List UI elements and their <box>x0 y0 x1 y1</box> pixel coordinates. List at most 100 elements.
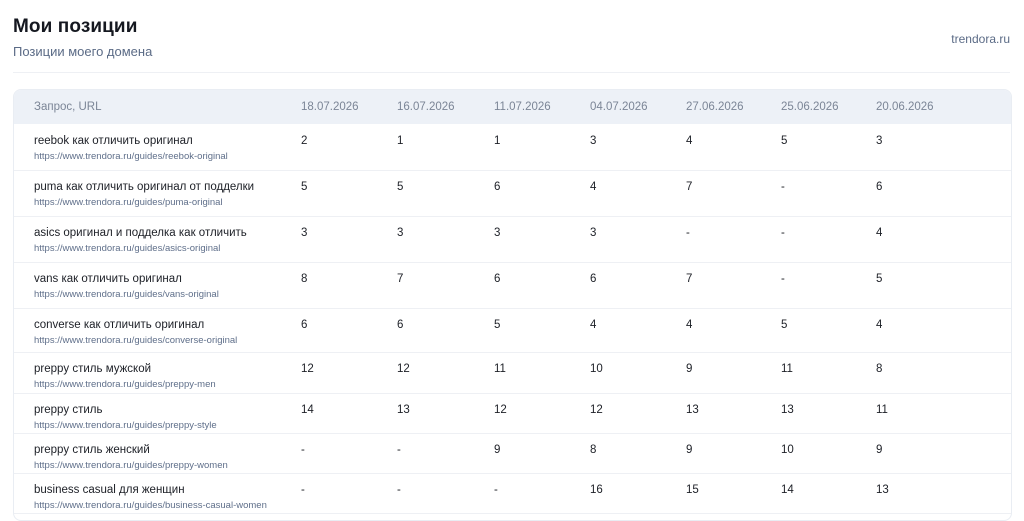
position-cell: 3 <box>876 135 883 147</box>
position-cell: 15 <box>686 484 699 496</box>
query-text: preppy стиль <box>34 404 103 416</box>
query-text: asics оригинал и подделка как отличить <box>34 227 247 239</box>
table-row[interactable]: business casual для женщин https://www.tr… <box>14 473 1011 514</box>
position-cell: 14 <box>301 404 314 416</box>
position-cell: - <box>301 484 305 496</box>
position-cell: 4 <box>590 181 597 193</box>
position-cell: 10 <box>781 444 794 456</box>
position-cell: 4 <box>876 319 883 331</box>
position-cell: - <box>494 484 498 496</box>
position-cell: 6 <box>301 319 308 331</box>
column-header-date[interactable]: 20.06.2026 <box>876 101 934 113</box>
position-cell: 6 <box>397 319 404 331</box>
column-header-date[interactable]: 25.06.2026 <box>781 101 839 113</box>
position-cell: 13 <box>686 404 699 416</box>
position-cell: - <box>397 444 401 456</box>
query-text: preppy стиль мужской <box>34 363 152 375</box>
positions-table: Запрос, URL 18.07.2026 16.07.2026 11.07.202… <box>13 89 1012 521</box>
query-url-link[interactable]: https://www.trendora.ru/guides/puma-orig… <box>34 197 223 208</box>
position-cell: 6 <box>494 273 501 285</box>
position-cell: 11 <box>876 404 888 416</box>
position-cell: 7 <box>686 273 693 285</box>
position-cell: 4 <box>590 319 597 331</box>
page-header: Мои позиции Позиции моего домена trendor… <box>13 16 1010 73</box>
position-cell: 2 <box>301 135 308 147</box>
position-cell: 3 <box>590 227 597 239</box>
table-row[interactable]: puma как отличить оригинал от подделки ht… <box>14 170 1011 217</box>
position-cell: 12 <box>397 363 410 375</box>
query-text: vans как отличить оригинал <box>34 273 182 285</box>
position-cell: 4 <box>876 227 883 239</box>
position-cell: 4 <box>686 319 693 331</box>
position-cell: 5 <box>494 319 501 331</box>
position-cell: 13 <box>397 404 410 416</box>
position-cell: 3 <box>397 227 404 239</box>
position-cell: 1 <box>494 135 501 147</box>
query-url-link[interactable]: https://www.trendora.ru/guides/preppy-me… <box>34 379 216 390</box>
query-text: converse как отличить оригинал <box>34 319 205 331</box>
column-header-date[interactable]: 16.07.2026 <box>397 101 455 113</box>
position-cell: 16 <box>590 484 603 496</box>
position-cell: - <box>781 273 785 285</box>
table-row[interactable]: preppy стиль мужской https://www.trendora… <box>14 352 1011 394</box>
column-header-date[interactable]: 04.07.2026 <box>590 101 648 113</box>
position-cell: 3 <box>590 135 597 147</box>
page-subtitle: Позиции моего домена <box>13 44 153 59</box>
position-cell: 9 <box>686 444 693 456</box>
position-cell: - <box>301 444 305 456</box>
position-cell: 6 <box>876 181 883 193</box>
position-cell: 10 <box>590 363 603 375</box>
query-text: business casual для женщин <box>34 484 185 496</box>
table-header: Запрос, URL 18.07.2026 16.07.2026 11.07.202… <box>14 90 1011 124</box>
position-cell: 12 <box>494 404 507 416</box>
query-url-link[interactable]: https://www.trendora.ru/guides/business-… <box>34 500 267 511</box>
position-cell: 13 <box>876 484 889 496</box>
query-url-link[interactable]: https://www.trendora.ru/guides/preppy-st… <box>34 420 217 431</box>
position-cell: 11 <box>494 363 506 375</box>
query-url-link[interactable]: https://www.trendora.ru/guides/reebok-or… <box>34 151 228 162</box>
column-header-query[interactable]: Запрос, URL <box>34 101 102 113</box>
position-cell: - <box>781 181 785 193</box>
position-cell: 9 <box>686 363 693 375</box>
position-cell: 9 <box>876 444 883 456</box>
position-cell: 3 <box>494 227 501 239</box>
position-cell: 6 <box>590 273 597 285</box>
position-cell: 8 <box>301 273 308 285</box>
position-cell: 13 <box>781 404 794 416</box>
position-cell: - <box>397 484 401 496</box>
column-header-date[interactable]: 27.06.2026 <box>686 101 744 113</box>
position-cell: 5 <box>301 181 308 193</box>
query-url-link[interactable]: https://www.trendora.ru/guides/preppy-wo… <box>34 460 228 471</box>
query-url-link[interactable]: https://www.trendora.ru/guides/asics-ori… <box>34 243 220 254</box>
table-row[interactable]: preppy стиль https://www.trendora.ru/guid… <box>14 393 1011 434</box>
query-text: puma как отличить оригинал от подделки <box>34 181 255 193</box>
position-cell: 5 <box>781 135 788 147</box>
table-row[interactable]: preppy стиль женский https://www.trendora… <box>14 433 1011 474</box>
table-row[interactable]: converse как отличить оригинал https://ww… <box>14 308 1011 353</box>
position-cell: 12 <box>301 363 314 375</box>
position-cell: 14 <box>781 484 794 496</box>
position-cell: 5 <box>397 181 404 193</box>
position-cell: 3 <box>301 227 308 239</box>
domain-label[interactable]: trendora.ru <box>951 32 1010 46</box>
position-cell: 7 <box>686 181 693 193</box>
position-cell: 7 <box>397 273 404 285</box>
position-cell: - <box>686 227 690 239</box>
query-text: reebok как отличить оригинал <box>34 135 193 147</box>
table-row[interactable]: asics оригинал и подделка как отличить ht… <box>14 216 1011 263</box>
query-url-link[interactable]: https://www.trendora.ru/guides/converse-… <box>34 335 237 346</box>
query-text: preppy стиль женский <box>34 444 150 456</box>
table-row[interactable]: reebok как отличить оригинал https://www.… <box>14 124 1011 171</box>
position-cell: 8 <box>876 363 883 375</box>
column-header-date[interactable]: 11.07.2026 <box>494 101 551 113</box>
position-cell: 9 <box>494 444 501 456</box>
position-cell: - <box>781 227 785 239</box>
position-cell: 5 <box>876 273 883 285</box>
position-cell: 4 <box>686 135 693 147</box>
position-cell: 6 <box>494 181 501 193</box>
query-url-link[interactable]: https://www.trendora.ru/guides/vans-orig… <box>34 289 219 300</box>
position-cell: 5 <box>781 319 788 331</box>
table-row[interactable]: vans как отличить оригинал https://www.tr… <box>14 262 1011 309</box>
column-header-date[interactable]: 18.07.2026 <box>301 101 359 113</box>
position-cell: 1 <box>397 135 404 147</box>
